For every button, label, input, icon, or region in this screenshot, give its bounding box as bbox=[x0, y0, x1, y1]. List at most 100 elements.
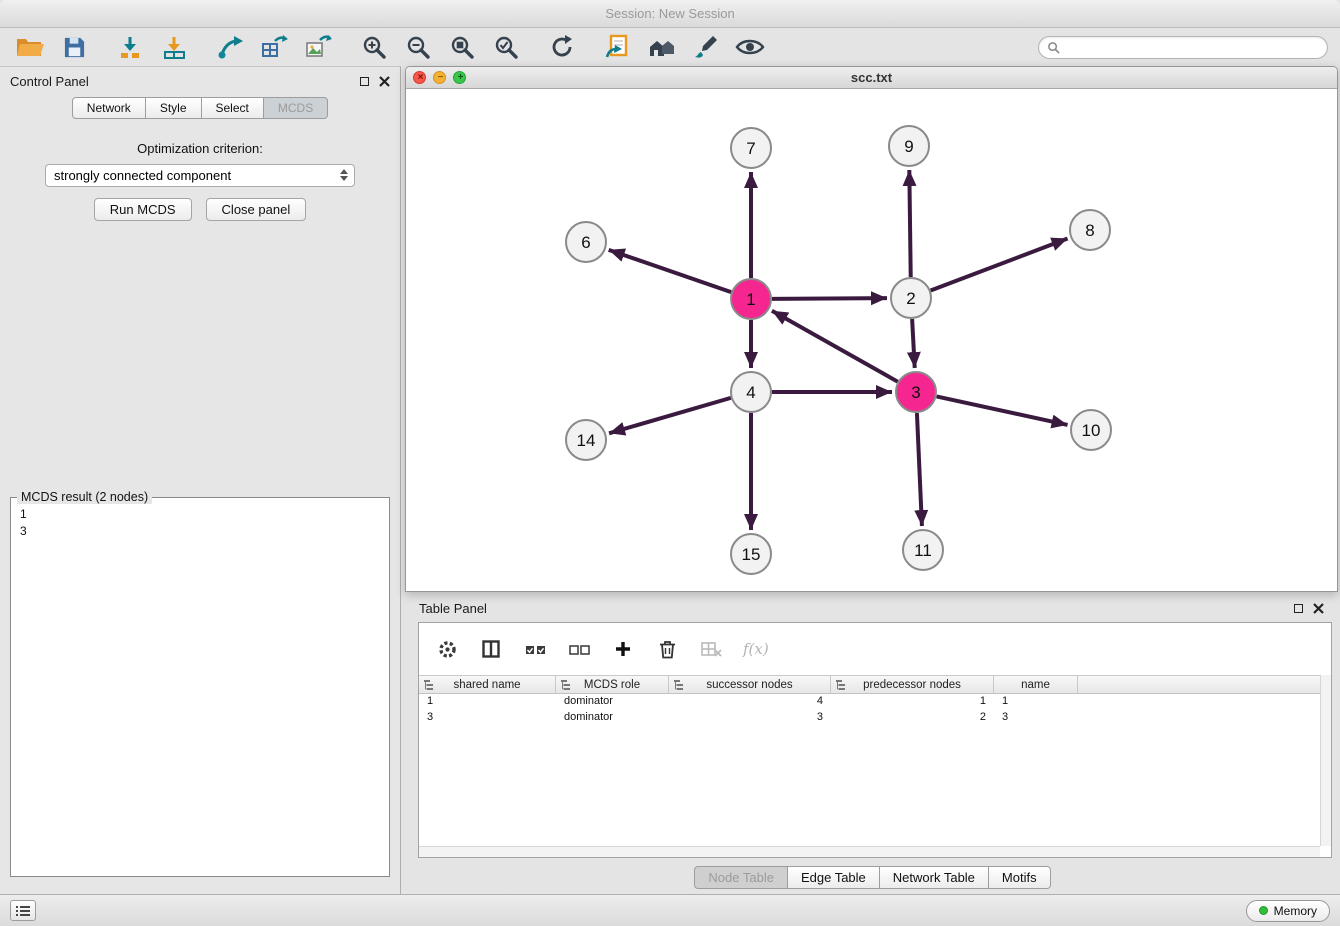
maximize-window-icon[interactable] bbox=[453, 71, 466, 84]
mcds-result-title: MCDS result (2 nodes) bbox=[17, 490, 152, 504]
zoom-in-icon[interactable] bbox=[356, 31, 392, 63]
task-history-button[interactable] bbox=[10, 900, 36, 921]
tab-node-table[interactable]: Node Table bbox=[694, 866, 788, 889]
graph-edge-4-14[interactable] bbox=[609, 398, 731, 433]
table-cell[interactable]: 3 bbox=[994, 710, 1078, 726]
table-cell[interactable]: 1 bbox=[831, 694, 994, 710]
graph-edge-2-8[interactable] bbox=[931, 239, 1068, 291]
close-panel-button[interactable]: Close panel bbox=[206, 198, 307, 221]
home-icon[interactable] bbox=[644, 31, 680, 63]
window-titlebar[interactable]: Session: New Session bbox=[0, 0, 1340, 28]
graph-edge-3-10[interactable] bbox=[937, 396, 1068, 424]
tab-style[interactable]: Style bbox=[146, 97, 202, 119]
main-toolbar bbox=[0, 28, 1340, 66]
column-header-name[interactable]: name bbox=[994, 676, 1078, 693]
refresh-layout-icon[interactable] bbox=[544, 31, 580, 63]
table-horizontal-scrollbar[interactable] bbox=[419, 846, 1320, 857]
table-settings-gear-icon[interactable] bbox=[435, 637, 459, 661]
node-table-body: 1dominator4113dominator323 bbox=[419, 694, 1331, 726]
graph-edge-3-1[interactable] bbox=[772, 311, 898, 382]
table-cell[interactable]: 1 bbox=[994, 694, 1078, 710]
export-table-icon[interactable] bbox=[256, 31, 292, 63]
graph-node-label: 6 bbox=[581, 233, 590, 252]
function-builder-icon[interactable]: f(x) bbox=[743, 637, 769, 661]
graph-node-label: 11 bbox=[914, 541, 932, 560]
mcds-result-line: 3 bbox=[20, 523, 380, 540]
close-table-panel-icon[interactable] bbox=[1313, 603, 1324, 614]
delete-column-icon[interactable] bbox=[655, 637, 679, 661]
table-row[interactable]: 1dominator411 bbox=[419, 694, 1331, 710]
select-all-columns-icon[interactable] bbox=[523, 637, 547, 661]
column-header-mcds-role[interactable]: MCDS role bbox=[556, 676, 669, 693]
close-panel-icon[interactable] bbox=[379, 76, 390, 87]
show-columns-icon[interactable] bbox=[479, 637, 503, 661]
float-table-panel-icon[interactable] bbox=[1294, 604, 1303, 613]
import-network-icon[interactable] bbox=[112, 31, 148, 63]
table-toolbar: f(x) bbox=[419, 623, 1331, 675]
zoom-out-icon[interactable] bbox=[400, 31, 436, 63]
show-hide-icon[interactable] bbox=[732, 31, 768, 63]
table-cell-filler bbox=[1078, 694, 1331, 710]
mcds-result-list[interactable]: 1 3 bbox=[11, 498, 389, 548]
table-header-row: shared name MCDS role successor nodes pr… bbox=[419, 675, 1331, 694]
clear-table-icon[interactable] bbox=[699, 637, 723, 661]
table-cell[interactable]: 3 bbox=[669, 710, 831, 726]
tab-select[interactable]: Select bbox=[202, 97, 264, 119]
column-header-successor-nodes[interactable]: successor nodes bbox=[669, 676, 831, 693]
column-header-shared-name[interactable]: shared name bbox=[419, 676, 556, 693]
column-header-predecessor-nodes[interactable]: predecessor nodes bbox=[831, 676, 994, 693]
import-table-icon[interactable] bbox=[156, 31, 192, 63]
control-panel-title: Control Panel bbox=[10, 74, 89, 89]
graph-edge-1-6[interactable] bbox=[609, 250, 731, 292]
table-cell[interactable]: 3 bbox=[419, 710, 556, 726]
sort-icon bbox=[561, 680, 571, 690]
float-panel-icon[interactable] bbox=[360, 77, 369, 86]
zoom-selected-icon[interactable] bbox=[488, 31, 524, 63]
memory-label: Memory bbox=[1274, 904, 1317, 918]
table-cell[interactable]: 1 bbox=[419, 694, 556, 710]
table-cell[interactable]: 4 bbox=[669, 694, 831, 710]
zoom-fit-icon[interactable] bbox=[444, 31, 480, 63]
graph-node-label: 3 bbox=[911, 383, 920, 402]
tab-network-table[interactable]: Network Table bbox=[880, 866, 989, 889]
graph-edge-2-3[interactable] bbox=[912, 319, 915, 368]
search-icon bbox=[1047, 41, 1060, 54]
run-mcds-button[interactable]: Run MCDS bbox=[94, 198, 192, 221]
status-bar: Memory bbox=[0, 894, 1340, 926]
export-image-icon[interactable] bbox=[300, 31, 336, 63]
optimization-criterion-select[interactable]: strongly connected component bbox=[45, 164, 355, 187]
search-box[interactable] bbox=[1038, 36, 1328, 59]
table-panel-title: Table Panel bbox=[419, 601, 487, 616]
new-network-icon[interactable] bbox=[212, 31, 248, 63]
close-window-icon[interactable] bbox=[413, 71, 426, 84]
memory-button[interactable]: Memory bbox=[1246, 900, 1330, 922]
table-row[interactable]: 3dominator323 bbox=[419, 710, 1331, 726]
graph-edge-3-11[interactable] bbox=[917, 413, 922, 526]
table-vertical-scrollbar[interactable] bbox=[1320, 675, 1331, 846]
search-input[interactable] bbox=[1065, 40, 1319, 54]
tab-mcds[interactable]: MCDS bbox=[264, 97, 328, 119]
unselect-all-columns-icon[interactable] bbox=[567, 637, 591, 661]
save-session-icon[interactable] bbox=[56, 31, 92, 63]
minimize-window-icon[interactable] bbox=[433, 71, 446, 84]
tab-network[interactable]: Network bbox=[72, 97, 146, 119]
tab-motifs[interactable]: Motifs bbox=[989, 866, 1051, 889]
tab-edge-table[interactable]: Edge Table bbox=[788, 866, 880, 889]
clipboard-share-icon[interactable] bbox=[600, 31, 636, 63]
graph-edge-1-2[interactable] bbox=[772, 298, 887, 299]
table-cell[interactable]: dominator bbox=[556, 710, 669, 726]
table-cell[interactable]: 2 bbox=[831, 710, 994, 726]
edge-layer bbox=[609, 170, 1068, 530]
create-column-icon[interactable] bbox=[611, 637, 635, 661]
mcds-result-line: 1 bbox=[20, 506, 380, 523]
open-file-icon[interactable] bbox=[12, 31, 48, 63]
table-cell[interactable]: dominator bbox=[556, 694, 669, 710]
task-list-icon bbox=[16, 905, 30, 917]
selected-option: strongly connected component bbox=[54, 168, 231, 183]
network-canvas[interactable]: 7968124314101511 bbox=[406, 89, 1337, 591]
table-cell-filler bbox=[1078, 710, 1331, 726]
network-window-titlebar[interactable]: scc.txt bbox=[406, 67, 1337, 89]
apply-style-icon[interactable] bbox=[688, 31, 724, 63]
graph-node-label: 1 bbox=[746, 290, 755, 309]
graph-edge-2-9[interactable] bbox=[909, 170, 910, 277]
